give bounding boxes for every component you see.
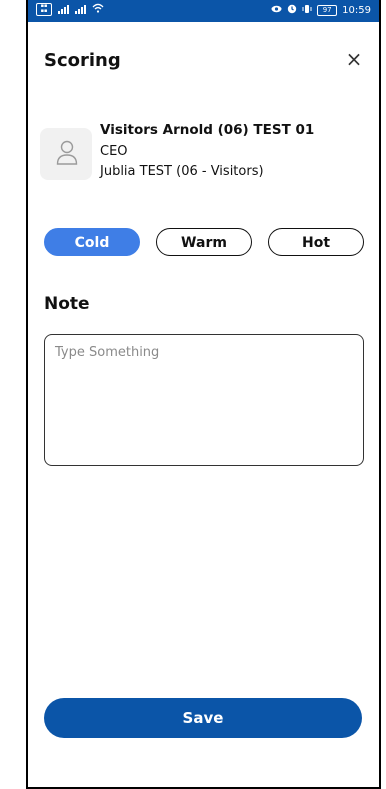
status-bar: ▪▪ ▪▪ 97 10:59 <box>28 0 379 22</box>
user-avatar-icon <box>40 128 92 180</box>
save-button[interactable]: Save <box>44 698 362 738</box>
score-cold-button[interactable]: Cold <box>44 228 140 256</box>
score-warm-button[interactable]: Warm <box>156 228 252 256</box>
vibrate-icon <box>302 4 312 17</box>
score-options: Cold Warm Hot <box>44 228 366 258</box>
contact-role: CEO <box>100 144 128 159</box>
wifi-icon <box>92 3 104 16</box>
note-label: Note <box>44 294 90 314</box>
alarm-icon <box>287 4 297 17</box>
sim-icon: ▪▪ ▪▪ <box>36 3 52 16</box>
eye-icon <box>271 5 282 16</box>
note-input[interactable] <box>44 334 364 466</box>
signal-icon-2 <box>75 5 86 14</box>
status-left: ▪▪ ▪▪ <box>36 3 104 16</box>
page-title: Scoring <box>44 50 121 71</box>
battery-icon: 97 <box>317 5 338 16</box>
contact-card: Visitors Arnold (06) TEST 01 CEO Jublia … <box>40 122 370 192</box>
close-icon[interactable]: × <box>343 48 365 70</box>
clock: 10:59 <box>342 5 371 16</box>
contact-name: Visitors Arnold (06) TEST 01 <box>100 122 315 138</box>
status-right: 97 10:59 <box>271 4 371 17</box>
app-frame: ▪▪ ▪▪ 97 10:59 Scoring × Visitors Arnold… <box>26 0 381 789</box>
contact-company: Jublia TEST (06 - Visitors) <box>100 164 264 179</box>
signal-icon <box>58 5 69 14</box>
score-hot-button[interactable]: Hot <box>268 228 364 256</box>
